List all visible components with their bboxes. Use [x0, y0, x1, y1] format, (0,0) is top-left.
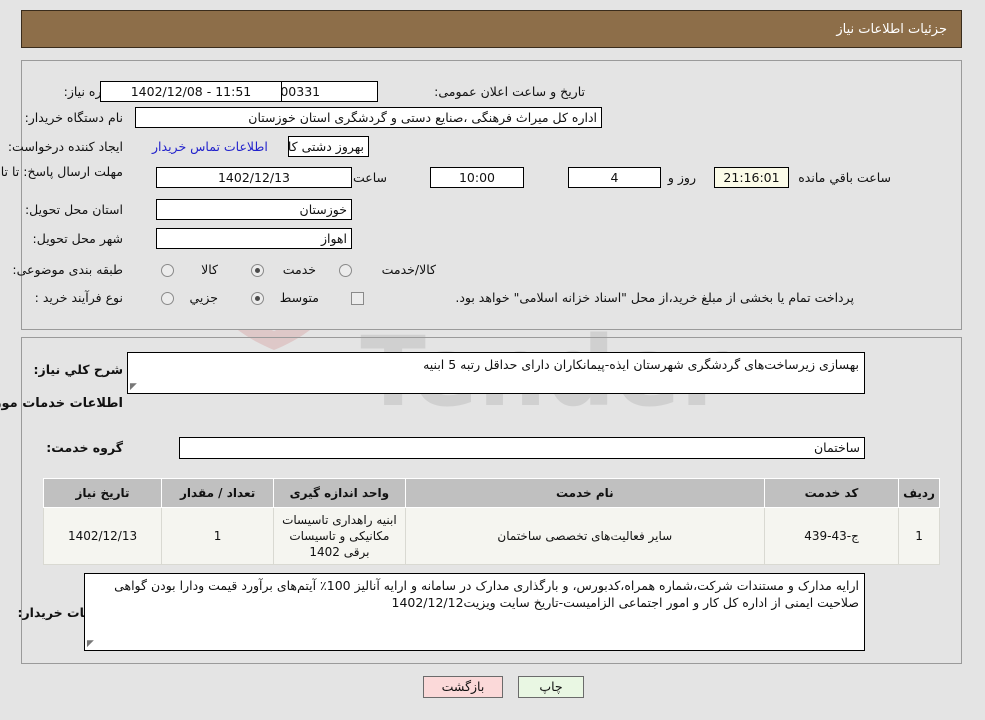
th-service-name: نام خدمت: [405, 478, 767, 508]
requester-value: بهروز دشتی کارپرداز اداره کل میراث فرهنگ…: [289, 136, 370, 157]
radio-process-minor-label: جزیي: [190, 290, 219, 305]
city-value: اهواز: [157, 228, 353, 249]
cell-service-name: سایر فعالیت‌های تخصصی ساختمان: [405, 507, 767, 565]
th-quantity: تعداد / مقدار: [162, 478, 276, 508]
general-desc-label: شرح کلي نیاز:: [34, 362, 124, 377]
back-button[interactable]: بازگشت: [424, 676, 504, 698]
cell-quantity: 1: [162, 507, 276, 565]
radio-category-service-label: خدمت: [283, 262, 317, 277]
buyer-notes-textarea[interactable]: ارایه مدارک و مستندات شرکت،شماره همراه،ک…: [85, 573, 866, 651]
service-group-label: گروه خدمت:: [47, 440, 124, 455]
cell-service-code: ج-43-439: [765, 507, 901, 565]
requester-label: ایجاد کننده درخواست:: [8, 139, 124, 154]
city-label: شهر محل تحویل:: [33, 231, 124, 246]
page-header-bar: جزئیات اطلاعات نیاز: [22, 10, 963, 48]
table-header-row: ردیف کد خدمت نام خدمت واحد اندازه گیری ت…: [43, 478, 941, 508]
deadline-date-value: 1402/12/13: [157, 167, 353, 188]
general-desc-value: بهسازی زیرساخت‌های گردشگری شهرستان ایذه-…: [424, 357, 860, 372]
service-group-value: ساختمان: [180, 437, 866, 459]
radio-process-medium-label: متوسط: [280, 290, 320, 305]
province-value: خوزستان: [157, 199, 353, 220]
days-suffix-label: روز و: [668, 170, 697, 185]
treasury-bonds-checkbox[interactable]: [352, 292, 365, 305]
buyer-org-value: اداره کل میراث فرهنگی ،صنایع دستی و گردش…: [136, 107, 603, 128]
radio-category-goods-label: کالا: [202, 262, 219, 277]
table-row: 1 ج-43-439 سایر فعالیت‌های تخصصی ساختمان…: [43, 507, 941, 565]
buyer-notes-value: ارایه مدارک و مستندات شرکت،شماره همراه،ک…: [115, 578, 860, 610]
services-table: ردیف کد خدمت نام خدمت واحد اندازه گیری ت…: [43, 478, 941, 565]
th-service-code: کد خدمت: [765, 478, 901, 508]
public-announce-value: 11:51 - 1402/12/08: [101, 81, 283, 102]
general-desc-textarea[interactable]: بهسازی زیرساخت‌های گردشگری شهرستان ایذه-…: [128, 352, 866, 394]
cell-need-date: 1402/12/13: [43, 507, 164, 565]
hour-label: ساعت: [353, 170, 388, 185]
category-label: طبقه بندی موضوعی:: [13, 262, 124, 277]
th-unit: واحد اندازه گیری: [274, 478, 407, 508]
countdown-suffix-label: ساعت باقي مانده: [799, 170, 892, 185]
services-section-title: اطلاعات خدمات مورد نیاز: [0, 396, 124, 411]
buyer-org-label: نام دستگاه خریدار:: [25, 110, 124, 125]
radio-process-medium[interactable]: [252, 292, 265, 305]
buyer-contact-link[interactable]: اطلاعات تماس خریدار: [153, 139, 269, 154]
days-value: 4: [569, 167, 662, 188]
radio-category-goods-service[interactable]: [340, 264, 353, 277]
print-button[interactable]: چاپ: [519, 676, 585, 698]
cell-unit: ابنیه راهداری تاسیسات مکانیکی و تاسیسات …: [274, 507, 407, 565]
th-need-date: تاریخ نیاز: [43, 478, 164, 508]
cell-row: 1: [899, 507, 941, 565]
resize-grip-icon[interactable]: ◥: [131, 382, 141, 392]
hour-value: 10:00: [431, 167, 525, 188]
radio-category-goods-service-label: کالا/خدمت: [382, 262, 437, 277]
treasury-bonds-note: پرداخت تمام یا بخشی از مبلغ خرید،از محل …: [456, 290, 855, 305]
resize-grip-icon-notes[interactable]: ◥: [88, 639, 98, 649]
radio-process-minor[interactable]: [162, 292, 175, 305]
province-label: استان محل تحویل:: [25, 202, 124, 217]
th-row: ردیف: [899, 478, 941, 508]
deadline-label: مهلت ارسال پاسخ: تا تاریخ:: [0, 164, 124, 179]
process-label: نوع فرآیند خرید :: [35, 290, 124, 305]
radio-category-service[interactable]: [252, 264, 265, 277]
countdown-value: 21:16:01: [715, 167, 790, 188]
public-announce-label: تاریخ و ساعت اعلان عمومی:: [435, 84, 586, 99]
radio-category-goods[interactable]: [162, 264, 175, 277]
page-title: جزئیات اطلاعات نیاز: [837, 21, 948, 37]
